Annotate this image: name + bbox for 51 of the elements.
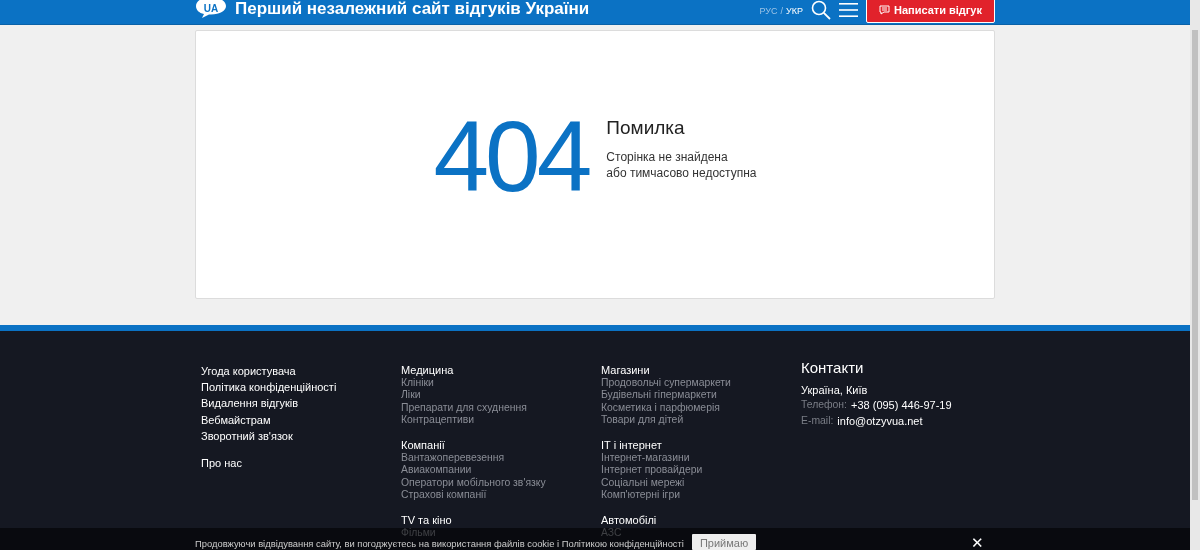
error-message: Сторінка не знайдена — [606, 149, 729, 166]
separator-text: / — [780, 6, 783, 16]
footer-link[interactable]: Зворотний зв'язок — [201, 428, 293, 445]
accept-button[interactable]: Приймаю — [691, 534, 757, 550]
error-message: або тимчасово недоступна — [606, 165, 757, 182]
category-link[interactable]: Вантажоперевезення — [401, 451, 505, 464]
category-link[interactable]: Інтернет-магазини — [601, 451, 690, 464]
contact-label: E-mail: — [801, 413, 834, 428]
language-link[interactable]: УКР — [785, 6, 803, 16]
category-link[interactable]: Страхові компанії — [401, 489, 487, 502]
scrollbar[interactable] — [1190, 0, 1200, 550]
search-icon[interactable] — [810, 0, 831, 20]
category-link[interactable]: Комп'ютерні ігри — [601, 489, 680, 502]
category-link[interactable]: Соціальні мережі — [601, 476, 685, 489]
category-link[interactable]: Препарати для схуднення — [401, 401, 527, 414]
category-heading[interactable]: Компанії — [401, 437, 445, 452]
category-link[interactable]: Ліки — [401, 389, 421, 402]
category-heading[interactable]: Медицина — [401, 362, 454, 377]
category-link[interactable]: Товари для дітей — [601, 414, 684, 427]
footer-link[interactable]: Угода користувача — [201, 362, 296, 379]
category-link[interactable]: Контрацептиви — [401, 414, 474, 427]
category-link[interactable]: Оператори мобільного зв'язку — [401, 476, 546, 489]
menu-icon[interactable] — [838, 2, 858, 18]
contacts-heading: Контакти — [801, 358, 865, 376]
contact-value[interactable]: info@otzyvua.net — [837, 412, 923, 429]
category-link[interactable]: Продовольчі супермаркети — [601, 376, 731, 389]
contact-label: Телефон: — [801, 397, 847, 412]
category-heading[interactable]: TV та кіно — [401, 512, 452, 527]
footer-link[interactable]: Політика конфіденційності — [201, 378, 337, 396]
footer-link[interactable]: Вебмайстрам — [201, 411, 271, 429]
category-link[interactable]: Косметика і парфюмерія — [601, 401, 720, 414]
contact-value[interactable]: +38 (095) 446-97-19 — [851, 396, 952, 413]
category-link[interactable]: Авиакомпании — [401, 464, 472, 477]
language-link[interactable]: РУС — [759, 6, 778, 16]
logo-icon[interactable]: UA — [195, 0, 227, 18]
category-link[interactable]: Інтернет провайдери — [601, 464, 703, 477]
cookie-notice: Продовжуючи відвідування сайту, ви погоджуєтесь на використання файлів cookie і Політикою конфіденційності — [195, 538, 684, 549]
contact-city: Україна, Київ — [801, 383, 869, 397]
close-icon[interactable]: ✕ — [971, 535, 984, 550]
footer-link[interactable]: Видалення відгуків — [201, 395, 299, 412]
site-title: Перший незалежний сайт відгуків України — [235, 0, 591, 19]
write-review-button[interactable]: Написати відгук — [865, 0, 995, 23]
category-heading[interactable]: Магазини — [601, 362, 650, 377]
category-heading[interactable]: IT і інтернет — [601, 437, 662, 452]
category-heading[interactable]: Автомобілі — [601, 512, 657, 527]
category-link[interactable]: Клініки — [401, 376, 434, 389]
error-title: Помилка — [606, 117, 686, 140]
error-code: 404 — [433, 106, 589, 207]
comment-icon — [878, 4, 890, 15]
footer-link[interactable]: Про нас — [201, 454, 242, 471]
category-link[interactable]: Будівельні гіпермаркети — [601, 389, 717, 402]
